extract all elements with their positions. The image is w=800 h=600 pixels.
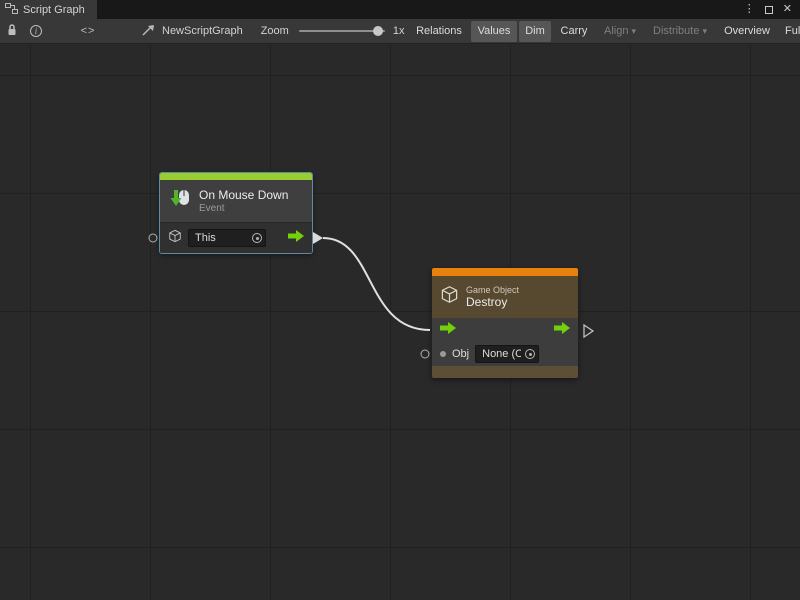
object-picker-icon[interactable] bbox=[252, 233, 262, 243]
close-icon[interactable]: ✕ bbox=[783, 0, 792, 19]
zoom-slider-track bbox=[299, 30, 385, 32]
event-target-field[interactable]: This bbox=[188, 229, 266, 247]
destroy-obj-input-port[interactable] bbox=[421, 350, 429, 358]
obj-param-label: Obj bbox=[452, 348, 469, 360]
destroy-node-category: Game Object bbox=[466, 285, 519, 295]
graph-name: NewScriptGraph bbox=[162, 25, 243, 37]
obj-param-value: None (O bbox=[482, 348, 521, 360]
tab-script-graph[interactable]: Script Graph bbox=[0, 0, 97, 19]
graph-toolbar: i <> NewScriptGraph Zoom 1x Relations Va… bbox=[0, 19, 800, 44]
destroy-node-body: Obj None (O bbox=[432, 318, 578, 366]
lock-button[interactable] bbox=[0, 19, 24, 44]
event-node-header: On Mouse Down Event bbox=[160, 180, 312, 222]
zoom-slider[interactable] bbox=[299, 26, 385, 36]
mouse-down-icon bbox=[168, 187, 192, 216]
obj-param-field[interactable]: None (O bbox=[475, 345, 539, 363]
toolbar-button-values[interactable]: Values bbox=[471, 21, 517, 42]
graph-canvas[interactable]: On Mouse Down Event This bbox=[0, 44, 800, 600]
window-controls: ⋮ ✕ bbox=[744, 0, 800, 19]
tab-title: Script Graph bbox=[23, 4, 85, 16]
destroy-footer-bar bbox=[432, 366, 578, 378]
destroy-output-flow-icon[interactable] bbox=[554, 321, 570, 339]
window-menu-icon[interactable]: ⋮ bbox=[744, 0, 755, 19]
destroy-node[interactable]: Game Object Destroy Obj No bbox=[432, 268, 578, 378]
code-view-button[interactable]: <> bbox=[76, 19, 100, 44]
event-node-title: On Mouse Down bbox=[199, 188, 288, 202]
toolbar-button-distribute[interactable]: Distribute▾ bbox=[645, 21, 715, 42]
destroy-node-header: Game Object Destroy bbox=[432, 276, 578, 318]
tab-bar: Script Graph ⋮ ✕ bbox=[0, 0, 800, 19]
flow-connection-wire[interactable] bbox=[323, 238, 430, 330]
align-caret-icon: ▾ bbox=[631, 26, 636, 36]
destroy-input-flow-icon[interactable] bbox=[440, 321, 456, 339]
obj-value-port-icon[interactable] bbox=[440, 351, 446, 357]
event-node-subtitle: Event bbox=[199, 203, 288, 214]
script-graph-window: Script Graph ⋮ ✕ i <> bbox=[0, 0, 800, 600]
info-button[interactable]: i bbox=[24, 19, 48, 44]
toolbar-button-distribute-label: Distribute bbox=[653, 25, 699, 37]
lock-icon bbox=[6, 23, 18, 39]
event-node-body: This bbox=[160, 222, 312, 253]
toolbar-button-carry[interactable]: Carry bbox=[553, 21, 595, 42]
distribute-caret-icon: ▾ bbox=[702, 26, 707, 36]
toolbar-button-relations[interactable]: Relations bbox=[409, 21, 469, 42]
wire-layer bbox=[0, 44, 800, 600]
destroy-output-port[interactable] bbox=[584, 325, 593, 337]
graph-asset-icon bbox=[142, 24, 156, 39]
maximize-icon[interactable] bbox=[765, 6, 773, 14]
event-node[interactable]: On Mouse Down Event This bbox=[160, 173, 312, 253]
toolbar-button-align-label: Align bbox=[604, 25, 628, 37]
connection-start-cap-icon bbox=[313, 232, 323, 244]
gameobject-cube-icon-large bbox=[440, 285, 459, 309]
zoom-value: 1x bbox=[393, 25, 405, 37]
destroy-node-title: Destroy bbox=[466, 295, 519, 309]
script-graph-icon bbox=[5, 2, 18, 18]
event-output-flow-icon[interactable] bbox=[288, 229, 304, 247]
code-icon: <> bbox=[81, 25, 96, 37]
toolbar-button-overview[interactable]: Overview bbox=[717, 21, 777, 42]
toolbar-button-dim[interactable]: Dim bbox=[519, 21, 551, 42]
toolbar-button-fullscreen[interactable]: Full Screen bbox=[779, 21, 800, 42]
toolbar-button-align[interactable]: Align▾ bbox=[597, 21, 643, 42]
toolbar-button-group: Relations Values Dim Carry Align▾ Distri… bbox=[408, 19, 800, 44]
object-picker-icon[interactable] bbox=[525, 349, 535, 359]
gameobject-cube-icon bbox=[168, 229, 182, 248]
zoom-label: Zoom bbox=[261, 25, 289, 37]
event-accent-bar bbox=[160, 173, 312, 180]
tab-strip-empty bbox=[97, 0, 744, 19]
event-target-input-port[interactable] bbox=[149, 234, 157, 242]
event-target-value: This bbox=[195, 232, 216, 244]
destroy-accent-bar bbox=[432, 268, 578, 276]
graph-breadcrumb[interactable]: NewScriptGraph bbox=[142, 24, 243, 39]
info-icon: i bbox=[30, 25, 42, 37]
zoom-slider-knob[interactable] bbox=[373, 26, 383, 36]
